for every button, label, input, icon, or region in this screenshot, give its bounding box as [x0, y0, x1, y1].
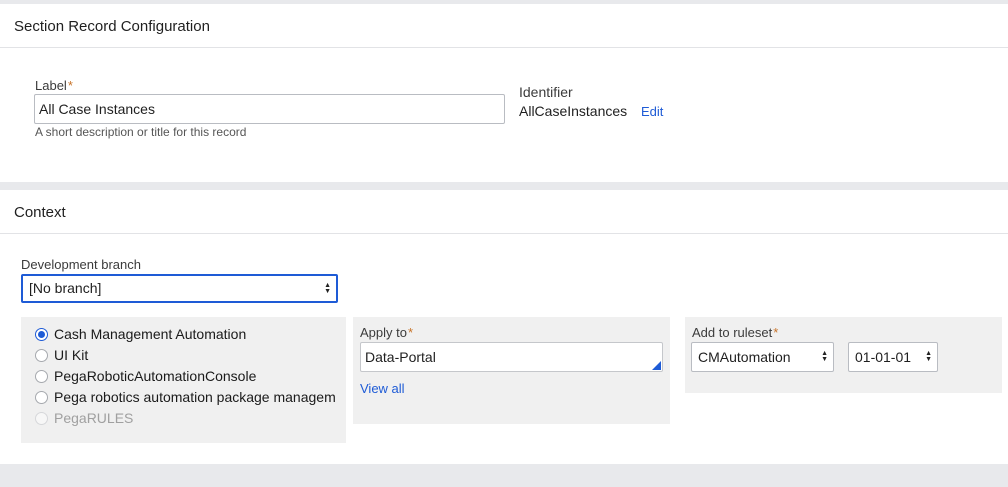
- radio-button-disabled: [35, 411, 48, 425]
- application-radio-group: Cash Management Automation UI Kit PegaRo…: [21, 317, 346, 443]
- apply-to-input[interactable]: Data-Portal: [360, 342, 663, 372]
- ruleset-label-text: Add to ruleset: [692, 325, 773, 340]
- select-arrows-icon: ▲ ▼: [821, 350, 828, 363]
- identifier-edit-link[interactable]: Edit: [641, 104, 663, 119]
- required-marker: *: [773, 325, 779, 340]
- apply-to-box: Apply to* Data-Portal View all: [353, 317, 670, 424]
- application-option-label: UI Kit: [54, 347, 89, 363]
- application-option-label: PegaRULES: [54, 410, 134, 426]
- application-option[interactable]: PegaRoboticAutomationConsole: [35, 366, 256, 386]
- label-helper-text: A short description or title for this re…: [35, 125, 247, 139]
- ruleset-select[interactable]: CMAutomation ▲ ▼: [691, 342, 834, 372]
- context-title: Context: [14, 204, 66, 221]
- context-panel: Context Development branch [No branch] ▲…: [0, 190, 1008, 464]
- ruleset-version-select[interactable]: 01-01-01 ▲ ▼: [848, 342, 938, 372]
- dev-branch-label: Development branch: [21, 257, 141, 272]
- application-option-label: PegaRoboticAutomationConsole: [54, 368, 257, 384]
- identifier-value: AllCaseInstances: [519, 103, 628, 119]
- dev-branch-selected-value: [No branch]: [29, 280, 102, 296]
- dev-branch-select[interactable]: [No branch] ▲ ▼: [21, 274, 338, 303]
- radio-button[interactable]: [35, 390, 48, 404]
- autocomplete-corner-icon: [652, 361, 661, 370]
- apply-to-label-text: Apply to: [360, 325, 407, 340]
- identifier-label: Identifier: [519, 84, 573, 100]
- record-configuration-panel: Section Record Configuration Label* All …: [0, 4, 1008, 182]
- ruleset-label: Add to ruleset*: [692, 325, 778, 340]
- radio-button-checked[interactable]: [35, 327, 48, 341]
- apply-to-value: Data-Portal: [365, 349, 436, 365]
- label-input[interactable]: All Case Instances: [34, 94, 505, 124]
- ruleset-box: Add to ruleset* CMAutomation ▲ ▼ 01-01-01…: [685, 317, 1002, 393]
- select-arrows-icon: ▲ ▼: [925, 350, 932, 363]
- application-option-disabled: PegaRULES: [35, 408, 133, 428]
- apply-to-label: Apply to*: [360, 325, 413, 340]
- required-marker: *: [67, 78, 73, 93]
- select-arrows-icon: ▲ ▼: [324, 281, 331, 295]
- radio-button[interactable]: [35, 369, 48, 383]
- application-option-label: Cash Management Automation: [54, 326, 247, 342]
- section-divider: [0, 233, 1008, 234]
- ruleset-version-value: 01-01-01: [855, 349, 912, 365]
- record-configuration-title: Section Record Configuration: [14, 18, 210, 35]
- ruleset-selected-value: CMAutomation: [698, 349, 791, 365]
- application-option-label: Pega robotics automation package managem: [54, 389, 336, 405]
- application-option[interactable]: UI Kit: [35, 345, 88, 365]
- required-marker: *: [407, 325, 414, 340]
- label-field-label-text: Label: [35, 78, 67, 93]
- application-option[interactable]: Cash Management Automation: [35, 324, 246, 344]
- section-divider: [0, 47, 1008, 48]
- view-all-link[interactable]: View all: [360, 381, 405, 396]
- radio-button[interactable]: [35, 348, 48, 362]
- label-field-label: Label*: [35, 78, 73, 93]
- application-option[interactable]: Pega robotics automation package managem: [35, 387, 346, 407]
